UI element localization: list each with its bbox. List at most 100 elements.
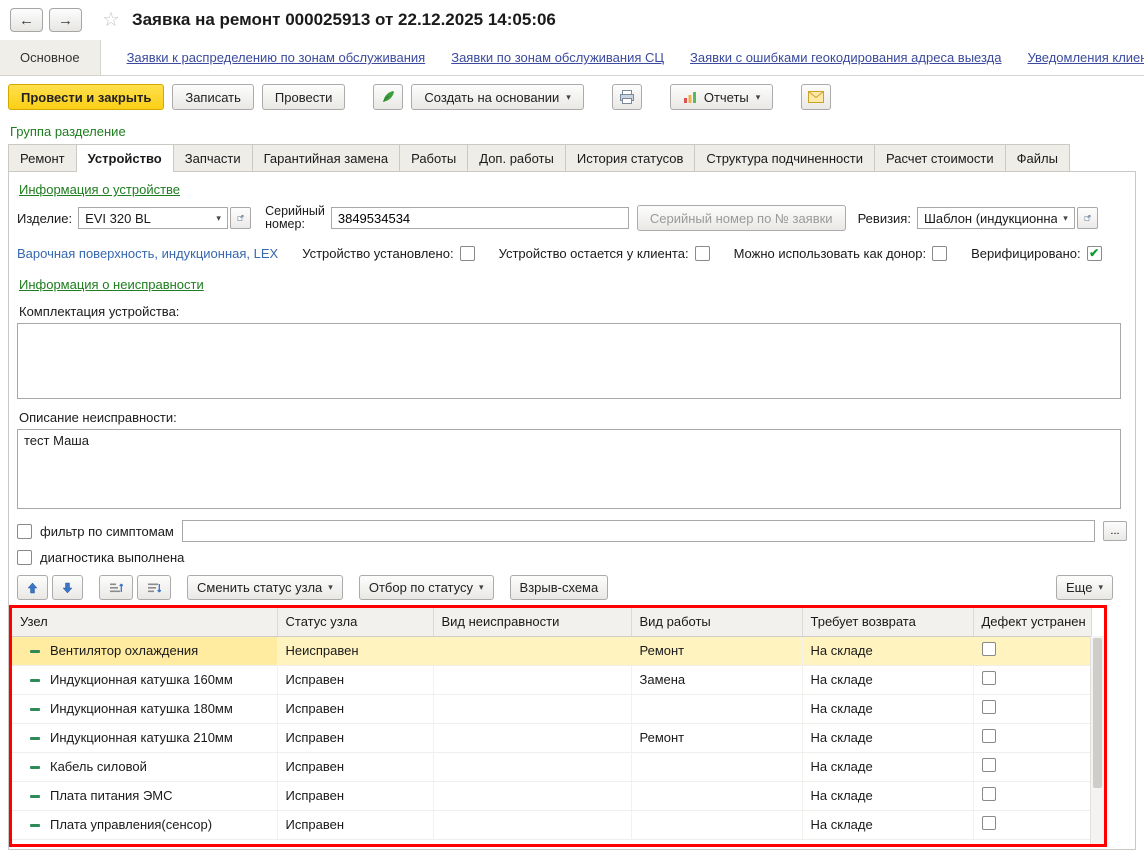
table-row[interactable]: Индукционная катушка 180мм Исправен На с… xyxy=(12,694,1091,723)
move-down-button[interactable] xyxy=(52,575,83,600)
row-marker-icon xyxy=(30,650,40,653)
defect-fixed-checkbox[interactable]: ✔ xyxy=(982,642,996,656)
verified-checkbox[interactable]: ✔ xyxy=(1087,246,1102,261)
create-based-on-button[interactable]: Создать на основании ▾ xyxy=(411,84,583,110)
tab-ustroystvo[interactable]: Устройство xyxy=(76,144,174,172)
column-header-node-status[interactable]: Статус узла xyxy=(277,608,433,636)
chevron-down-icon: ▾ xyxy=(756,93,761,102)
fault-description-textarea[interactable]: тест Маша xyxy=(17,429,1121,509)
column-header-defect-fixed[interactable]: Дефект устранен xyxy=(973,608,1091,636)
separation-group-link[interactable]: Группа разделение xyxy=(10,124,126,139)
defect-fixed-checkbox[interactable]: ✔ xyxy=(982,816,996,830)
quill-button[interactable] xyxy=(373,84,403,110)
symptom-filter-checkbox[interactable]: ✔ xyxy=(17,524,32,539)
symptom-filter-row: ✔ фильтр по симптомам ... xyxy=(17,520,1127,542)
revision-combo[interactable]: Шаблон (индукционная ▾ xyxy=(917,207,1075,229)
device-stays-with-client-label: Устройство остается у клиента: xyxy=(499,246,689,261)
nav-link-zone-requests[interactable]: Заявки по зонам обслуживания СЦ xyxy=(451,40,664,75)
device-flags-row: Варочная поверхность, индукционная, LEX … xyxy=(17,243,1127,263)
printer-icon xyxy=(619,89,635,105)
verified-group: Верифицировано: ✔ xyxy=(971,246,1102,261)
sort-ascending-icon xyxy=(109,582,123,594)
nodes-table-toolbar: Сменить статус узла ▾ Отбор по статусу ▾… xyxy=(17,575,1127,600)
column-header-fault-type[interactable]: Вид неисправности xyxy=(433,608,631,636)
table-row[interactable]: Плата питания ЭМС Исправен На складе ✔ xyxy=(12,781,1091,810)
move-up-button[interactable] xyxy=(17,575,48,600)
revision-open-button[interactable] xyxy=(1077,207,1098,229)
row-marker-icon xyxy=(30,737,40,740)
symptom-filter-ellipsis-button[interactable]: ... xyxy=(1103,521,1127,541)
tab-zapchasti[interactable]: Запчасти xyxy=(173,144,253,171)
device-info-section-link[interactable]: Информация о устройстве xyxy=(19,182,180,197)
save-button[interactable]: Записать xyxy=(172,84,254,110)
defect-fixed-checkbox[interactable]: ✔ xyxy=(982,758,996,772)
explosion-scheme-button[interactable]: Взрыв-схема xyxy=(510,575,609,600)
table-row[interactable]: Индукционная катушка 160мм Исправен Заме… xyxy=(12,665,1091,694)
column-header-node[interactable]: Узел xyxy=(12,608,277,636)
vertical-scrollbar[interactable] xyxy=(1090,636,1104,844)
device-installed-checkbox[interactable]: ✔ xyxy=(460,246,475,261)
product-open-button[interactable] xyxy=(230,207,251,229)
column-header-work-type[interactable]: Вид работы xyxy=(631,608,802,636)
nav-item-main[interactable]: Основное xyxy=(0,40,101,75)
filter-by-status-label: Отбор по статусу xyxy=(369,580,473,595)
verified-label: Верифицировано: xyxy=(971,246,1081,261)
sort-ascending-button[interactable] xyxy=(99,575,133,600)
tab-remont[interactable]: Ремонт xyxy=(8,144,77,171)
email-button[interactable] xyxy=(801,84,831,110)
change-node-status-button[interactable]: Сменить статус узла ▾ xyxy=(187,575,343,600)
table-row[interactable]: Плата управления(сенсор) Исправен На скл… xyxy=(12,810,1091,839)
chevron-down-icon[interactable]: ▾ xyxy=(210,213,227,224)
nodes-table: Узел Статус узла Вид неисправности Вид р… xyxy=(12,608,1092,840)
serial-number-input[interactable] xyxy=(331,207,629,229)
back-button[interactable]: ← xyxy=(10,8,43,32)
device-type-link[interactable]: Варочная поверхность, индукционная, LEX xyxy=(17,246,278,261)
defect-fixed-checkbox[interactable]: ✔ xyxy=(982,671,996,685)
tab-fayly[interactable]: Файлы xyxy=(1005,144,1070,171)
table-row[interactable]: Кабель силовой Исправен На складе ✔ xyxy=(12,752,1091,781)
sort-descending-button[interactable] xyxy=(137,575,171,600)
reports-button[interactable]: Отчеты ▾ xyxy=(670,84,773,110)
column-header-requires-return[interactable]: Требует возврата xyxy=(802,608,973,636)
create-based-on-label: Создать на основании xyxy=(424,90,559,105)
tab-strip: Ремонт Устройство Запчасти Гарантийная з… xyxy=(0,144,1144,171)
tab-struktura-podchinennosti[interactable]: Структура подчиненности xyxy=(694,144,875,171)
post-button[interactable]: Провести xyxy=(262,84,346,110)
chevron-down-icon: ▾ xyxy=(1098,583,1103,592)
serial-by-request-button[interactable]: Серийный номер по № заявки xyxy=(637,205,846,231)
scrollbar-thumb[interactable] xyxy=(1093,638,1102,788)
nav-link-geocoding-errors[interactable]: Заявки с ошибками геокодирования адреса … xyxy=(690,40,1001,75)
more-button[interactable]: Еще ▾ xyxy=(1056,575,1113,600)
tab-dop-raboty[interactable]: Доп. работы xyxy=(467,144,566,171)
nav-link-client-notifications[interactable]: Уведомления клиентам о и xyxy=(1027,40,1144,75)
change-node-status-label: Сменить статус узла xyxy=(197,580,322,595)
command-bar: Провести и закрыть Записать Провести Соз… xyxy=(0,76,1144,118)
tab-raschet-stoimosti[interactable]: Расчет стоимости xyxy=(874,144,1006,171)
fault-info-section-link[interactable]: Информация о неисправности xyxy=(19,277,204,292)
nav-link-zone-distribution[interactable]: Заявки к распределению по зонам обслужив… xyxy=(127,40,426,75)
diagnostics-done-checkbox[interactable]: ✔ xyxy=(17,550,32,565)
defect-fixed-checkbox[interactable]: ✔ xyxy=(982,729,996,743)
back-arrow-icon: ← xyxy=(19,12,34,29)
defect-fixed-checkbox[interactable]: ✔ xyxy=(982,787,996,801)
equipment-textarea[interactable] xyxy=(17,323,1121,399)
favorite-star-icon[interactable]: ☆ xyxy=(102,10,120,30)
print-button[interactable] xyxy=(612,84,642,110)
tab-raboty[interactable]: Работы xyxy=(399,144,468,171)
table-row[interactable]: Индукционная катушка 210мм Исправен Ремо… xyxy=(12,723,1091,752)
table-row[interactable]: Вентилятор охлаждения Неисправен Ремонт … xyxy=(12,636,1091,665)
forward-button[interactable]: → xyxy=(49,8,82,32)
tab-istoriya-statusov[interactable]: История статусов xyxy=(565,144,696,171)
tab-garantiynaya-zamena[interactable]: Гарантийная замена xyxy=(252,144,400,171)
device-stays-with-client-checkbox[interactable]: ✔ xyxy=(695,246,710,261)
chevron-down-icon[interactable]: ▾ xyxy=(1057,213,1074,224)
row-marker-icon xyxy=(30,679,40,682)
symptom-filter-input[interactable] xyxy=(182,520,1095,542)
post-and-close-button[interactable]: Провести и закрыть xyxy=(8,84,164,110)
product-combo[interactable]: EVI 320 BL ▾ xyxy=(78,207,228,229)
device-stays-with-client-group: Устройство остается у клиента: ✔ xyxy=(499,246,710,261)
defect-fixed-checkbox[interactable]: ✔ xyxy=(982,700,996,714)
filter-by-status-button[interactable]: Отбор по статусу ▾ xyxy=(359,575,494,600)
open-form-icon xyxy=(1084,212,1091,224)
donor-usable-checkbox[interactable]: ✔ xyxy=(932,246,947,261)
